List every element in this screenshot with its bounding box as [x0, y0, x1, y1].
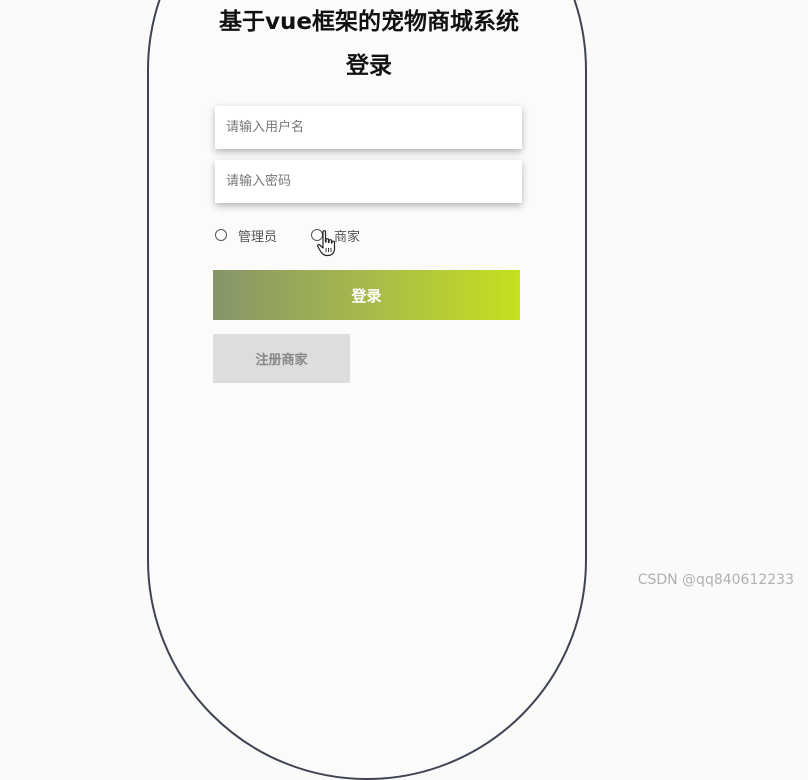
radio-admin[interactable] [215, 229, 227, 241]
username-input[interactable] [215, 106, 522, 149]
role-label-admin: 管理员 [238, 229, 278, 245]
login-button[interactable]: 登录 [213, 270, 520, 320]
hand-pointer-icon [317, 230, 336, 257]
login-heading: 登录 [346, 53, 392, 79]
page-title: 基于vue框架的宠物商城系统 [219, 9, 519, 35]
password-input[interactable] [215, 160, 522, 203]
watermark: CSDN @qq840612233 [637, 572, 794, 588]
register-merchant-button[interactable]: 注册商家 [213, 334, 350, 383]
role-option-admin[interactable]: 管理员 [215, 226, 278, 245]
